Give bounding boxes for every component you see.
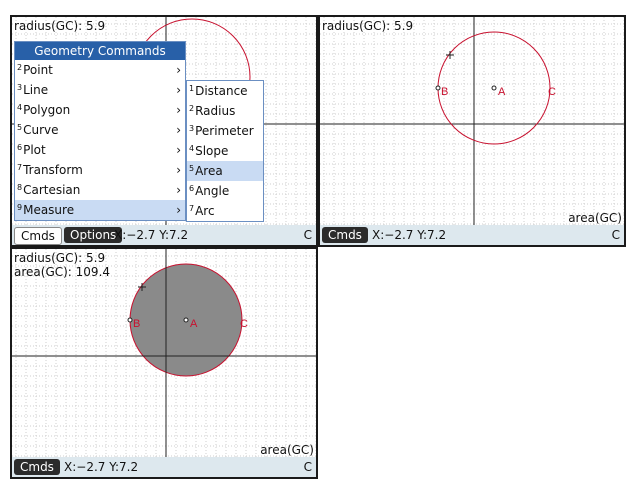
submenu-arrow-icon: › bbox=[176, 63, 181, 77]
submenu-item-perimeter[interactable]: 3Perimeter bbox=[187, 121, 263, 141]
submenu-item-label: Angle bbox=[195, 184, 230, 198]
submenu-item-label: Slope bbox=[195, 144, 229, 158]
submenu-item-number: 5 bbox=[189, 164, 195, 173]
screen-area: A B C radius(GC): 5.9 area(GC): 109.4 ar… bbox=[10, 247, 318, 479]
menu-item-number: 6 bbox=[17, 143, 23, 152]
submenu-item-number: 4 bbox=[189, 144, 195, 153]
submenu-item-number: 6 bbox=[189, 184, 195, 193]
menu-item-point[interactable]: 2Point › bbox=[15, 60, 185, 80]
point-b[interactable] bbox=[127, 317, 133, 323]
menu-item-label: Plot bbox=[23, 143, 46, 157]
menu-item-number: 5 bbox=[17, 123, 23, 132]
area-readout: area(GC) bbox=[568, 211, 622, 225]
menu-item-number: 8 bbox=[17, 183, 23, 192]
point-a[interactable] bbox=[491, 85, 497, 91]
cursor-coordinates: X:−2.7 Y:7.2 bbox=[64, 460, 139, 474]
point-b-label: B bbox=[441, 86, 448, 98]
status-bar: Cmds X:−2.7 Y:7.2 C bbox=[12, 457, 316, 477]
point-c-label: C bbox=[240, 318, 248, 330]
submenu-item-distance[interactable]: 1Distance bbox=[187, 81, 263, 101]
submenu-item-angle[interactable]: 6Angle bbox=[187, 181, 263, 201]
measure-submenu: 1Distance 2Radius 3Perimeter 4Slope 5Area 6An… bbox=[186, 80, 264, 238]
menu-item-label: Transform bbox=[23, 163, 83, 177]
radius-label: radius(GC): 5.9 bbox=[14, 19, 106, 33]
menu-title: Geometry Commands bbox=[15, 42, 185, 60]
radius-label: radius(GC): 5.9 bbox=[322, 19, 414, 33]
submenu-item-number: 1 bbox=[189, 84, 195, 93]
submenu-item-slope[interactable]: 4Slope bbox=[187, 141, 263, 161]
submenu-item-label: Distance bbox=[195, 84, 248, 98]
submenu-item-label: Perimeter bbox=[195, 124, 254, 138]
area-label: area(GC): 109.4 bbox=[14, 265, 111, 279]
mode-indicator: C bbox=[303, 460, 312, 474]
menu-item-number: 4 bbox=[17, 103, 23, 112]
menu-item-label: Measure bbox=[23, 203, 75, 217]
point-c-label: C bbox=[548, 86, 556, 98]
status-bar: Cmds X:−2.7 Y:7.2 C bbox=[320, 225, 624, 245]
submenu-item-number: 7 bbox=[189, 204, 195, 213]
screen-measure-menu: radius(GC): 5.9 Geometry Commands 2Point… bbox=[10, 15, 318, 247]
submenu-item-area[interactable]: 5Area bbox=[187, 161, 263, 181]
point-b-label: B bbox=[133, 318, 140, 330]
menu-item-label: Cartesian bbox=[23, 183, 81, 197]
menu-item-transform[interactable]: 7Transform › bbox=[15, 160, 185, 180]
submenu-arrow-icon: › bbox=[176, 183, 181, 197]
submenu-item-label: Area bbox=[195, 164, 223, 178]
menu-item-plot[interactable]: 6Plot › bbox=[15, 140, 185, 160]
cmds-button[interactable]: Cmds bbox=[14, 459, 60, 475]
radius-label: radius(GC): 5.9 bbox=[14, 251, 106, 265]
menu-item-label: Point bbox=[23, 63, 53, 77]
menu-item-number: 7 bbox=[17, 163, 23, 172]
submenu-item-label: Radius bbox=[195, 104, 236, 118]
submenu-arrow-icon: › bbox=[176, 123, 181, 137]
submenu-arrow-icon: › bbox=[176, 163, 181, 177]
menu-item-measure[interactable]: 9Measure › bbox=[15, 200, 185, 220]
menu-item-label: Line bbox=[23, 83, 49, 97]
point-a[interactable] bbox=[183, 317, 189, 323]
submenu-item-number: 3 bbox=[189, 124, 195, 133]
cmds-button[interactable]: Cmds bbox=[322, 227, 368, 243]
submenu-item-radius[interactable]: 2Radius bbox=[187, 101, 263, 121]
menu-items: 2Point › 3Line › 4Polygon › 5Curve › 6Plot › 7Tran… bbox=[15, 60, 185, 220]
point-a-label: A bbox=[190, 318, 198, 330]
menu-item-label: Curve bbox=[23, 123, 59, 137]
menu-item-cartesian[interactable]: 8Cartesian › bbox=[15, 180, 185, 200]
menu-item-number: 2 bbox=[17, 63, 23, 72]
submenu-items: 1Distance 2Radius 3Perimeter 4Slope 5Area 6An… bbox=[187, 81, 263, 238]
status-bar: Cmds Options X:−2.7 Y:7.2 C bbox=[12, 225, 316, 245]
point-a-label: A bbox=[498, 86, 506, 98]
menu-item-number: 3 bbox=[17, 83, 23, 92]
submenu-arrow-icon: › bbox=[176, 143, 181, 157]
cursor-coordinates: X:−2.7 Y:7.2 bbox=[114, 228, 189, 242]
geometry-commands-menu: Geometry Commands 2Point › 3Line › 4Polygon ›… bbox=[14, 41, 186, 221]
submenu-arrow-icon: › bbox=[176, 103, 181, 117]
menu-item-polygon[interactable]: 4Polygon › bbox=[15, 100, 185, 120]
grid bbox=[320, 17, 624, 229]
menu-item-line[interactable]: 3Line › bbox=[15, 80, 185, 100]
menu-item-label: Polygon bbox=[23, 103, 71, 117]
area-readout: area(GC) bbox=[260, 443, 314, 457]
submenu-arrow-icon: › bbox=[176, 83, 181, 97]
submenu-item-arc-length[interactable]: 7Arc Length bbox=[187, 201, 263, 238]
point-b[interactable] bbox=[435, 85, 441, 91]
screen-circle: A B C radius(GC): 5.9 area(GC) Cmds X:−2… bbox=[318, 15, 626, 247]
menu-item-curve[interactable]: 5Curve › bbox=[15, 120, 185, 140]
submenu-item-number: 2 bbox=[189, 104, 195, 113]
submenu-arrow-icon: › bbox=[176, 203, 181, 217]
cmds-button[interactable]: Cmds bbox=[14, 227, 62, 245]
mode-indicator: C bbox=[611, 228, 620, 242]
cursor-coordinates: X:−2.7 Y:7.2 bbox=[372, 228, 447, 242]
menu-item-number: 9 bbox=[17, 203, 23, 212]
mode-indicator: C bbox=[303, 228, 312, 242]
